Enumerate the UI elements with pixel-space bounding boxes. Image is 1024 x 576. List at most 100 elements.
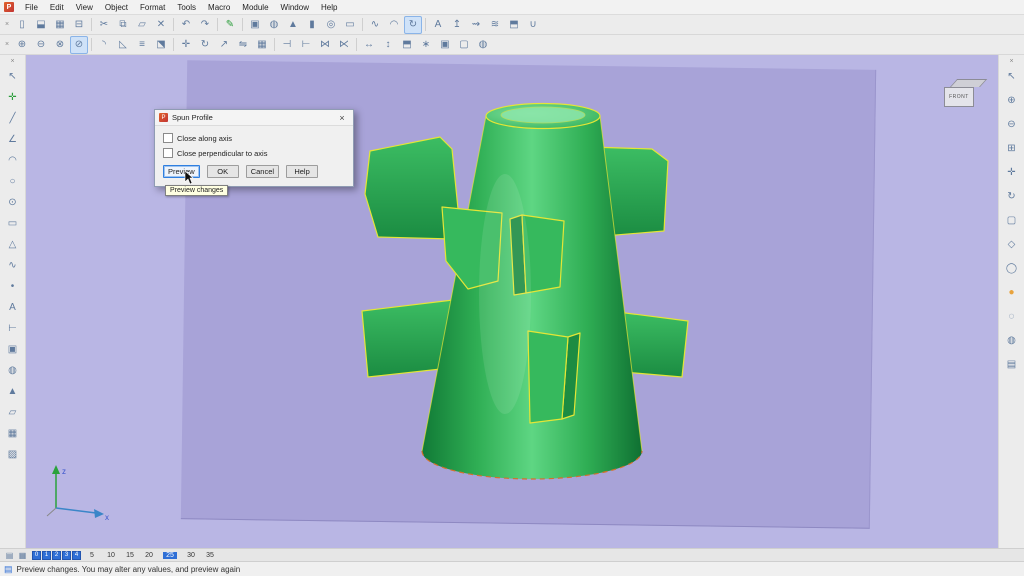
extend-icon[interactable]: ⊢ [297, 36, 315, 54]
mirror-icon[interactable]: ⇋ [234, 36, 252, 54]
solid-box-icon[interactable]: ▣ [246, 16, 264, 34]
layer-cell[interactable]: 3 [62, 551, 71, 560]
rectangle-tool-icon[interactable]: ▭ [4, 215, 22, 233]
menu-view[interactable]: View [70, 0, 99, 15]
text-tool-icon[interactable]: A [429, 16, 447, 34]
menu-module[interactable]: Module [236, 0, 274, 15]
line-tool-icon[interactable]: ╱ [4, 110, 22, 128]
rotate-icon[interactable]: ↻ [196, 36, 214, 54]
polyline-tool-icon[interactable]: ∠ [4, 131, 22, 149]
boolean-subtract-icon[interactable]: ⊖ [32, 36, 50, 54]
menu-window[interactable]: Window [275, 0, 315, 15]
ungroup-icon[interactable]: ▢ [455, 36, 473, 54]
layer-cell[interactable]: 4 [72, 551, 81, 560]
box-tool-icon[interactable]: ▣ [4, 341, 22, 359]
polygon-tool-icon[interactable]: △ [4, 236, 22, 254]
dock-close-icon[interactable]: × [8, 58, 18, 65]
join-icon[interactable]: ⋈ [316, 36, 334, 54]
view-cube[interactable]: FRONT [944, 79, 980, 107]
chamfer-icon[interactable]: ◺ [114, 36, 132, 54]
solid-cylinder-icon[interactable]: ▮ [303, 16, 321, 34]
globe-icon[interactable]: ◍ [1003, 332, 1021, 350]
zoom-in-icon[interactable]: ⊕ [1003, 92, 1021, 110]
thicken-icon[interactable]: ⬔ [152, 36, 170, 54]
spline-tool-icon[interactable]: ∿ [4, 257, 22, 275]
surface-tool-icon[interactable]: ▱ [4, 404, 22, 422]
dock-close-icon[interactable]: × [2, 41, 12, 48]
display-settings-icon[interactable]: ▤ [1003, 356, 1021, 374]
shell-icon[interactable]: ⬒ [505, 16, 523, 34]
wireframe-icon[interactable]: ◌ [1003, 308, 1021, 326]
move-icon[interactable]: ✛ [177, 36, 195, 54]
grid-toggle-icon[interactable]: ▦ [17, 550, 28, 560]
menu-object[interactable]: Object [99, 0, 134, 15]
profile-curve-icon[interactable]: ∿ [366, 16, 384, 34]
zoom-out-icon[interactable]: ⊖ [1003, 116, 1021, 134]
boolean-split-icon[interactable]: ⊘ [70, 36, 88, 54]
redo-icon[interactable]: ↷ [196, 16, 214, 34]
solid-cone-icon[interactable]: ▲ [284, 16, 302, 34]
layer-cell[interactable]: 2 [52, 551, 61, 560]
save-icon[interactable]: ▦ [51, 16, 69, 34]
boolean-union-icon[interactable]: ⊕ [13, 36, 31, 54]
open-file-icon[interactable]: ⬓ [32, 16, 50, 34]
dimension-tool-icon[interactable]: ⊢ [4, 320, 22, 338]
pan-icon[interactable]: ✛ [1003, 164, 1021, 182]
menu-file[interactable]: File [19, 0, 44, 15]
solid-sphere-icon[interactable]: ◍ [265, 16, 283, 34]
measure-icon[interactable]: ↔ [360, 36, 378, 54]
view-iso-icon[interactable]: ◇ [1003, 236, 1021, 254]
sweep-icon[interactable]: ⇝ [467, 16, 485, 34]
dock-close-icon[interactable]: × [1007, 58, 1017, 65]
render-icon[interactable]: ◍ [474, 36, 492, 54]
viewport-canvas[interactable]: FRONT z x P Spun Profile × Close along a… [26, 55, 998, 548]
point-tool-icon[interactable]: • [4, 278, 22, 296]
cut-icon[interactable]: ✂ [95, 16, 113, 34]
dimension-icon[interactable]: ↕ [379, 36, 397, 54]
cone-tool-icon[interactable]: ▲ [4, 383, 22, 401]
menu-tools[interactable]: Tools [171, 0, 202, 15]
group-icon[interactable]: ▣ [436, 36, 454, 54]
ok-button[interactable]: OK [207, 165, 239, 178]
sphere-tool-icon[interactable]: ◍ [4, 362, 22, 380]
orbit-view-icon[interactable]: ↻ [1003, 188, 1021, 206]
array-icon[interactable]: ▦ [253, 36, 271, 54]
menu-edit[interactable]: Edit [44, 0, 70, 15]
dock-close-icon[interactable]: × [2, 21, 12, 28]
new-file-icon[interactable]: ▯ [13, 16, 31, 34]
model-3d[interactable] [355, 84, 711, 504]
explode-icon[interactable]: ∗ [417, 36, 435, 54]
layer-tick[interactable]: 5 [87, 552, 97, 559]
orbit-tool-icon[interactable]: ✛ [4, 89, 22, 107]
layer-tick[interactable]: 25 [163, 552, 177, 559]
break-icon[interactable]: ⋉ [335, 36, 353, 54]
layer-cell[interactable]: 1 [42, 551, 51, 560]
fillet-icon[interactable]: ◝ [95, 36, 113, 54]
layer-tick[interactable]: 30 [186, 552, 196, 559]
view-cube-front-face[interactable]: FRONT [944, 87, 974, 107]
shaded-view-icon[interactable]: ● [1003, 284, 1021, 302]
extrude-icon[interactable]: ↥ [448, 16, 466, 34]
copy-icon[interactable]: ⧉ [114, 16, 132, 34]
pointer-icon[interactable]: ↖ [1003, 68, 1021, 86]
menu-help[interactable]: Help [315, 0, 343, 15]
layer-tick[interactable]: 10 [106, 552, 116, 559]
boolean-intersect-icon[interactable]: ⊗ [51, 36, 69, 54]
scale-icon[interactable]: ↗ [215, 36, 233, 54]
dialog-titlebar[interactable]: P Spun Profile × [155, 110, 353, 126]
close-icon[interactable]: × [335, 111, 349, 125]
solid-slab-icon[interactable]: ▭ [341, 16, 359, 34]
loft-icon[interactable]: ≋ [486, 16, 504, 34]
select-arrow-icon[interactable]: ↖ [4, 68, 22, 86]
delete-icon[interactable]: ✕ [152, 16, 170, 34]
print-icon[interactable]: ⊟ [70, 16, 88, 34]
text-tool-icon[interactable]: A [4, 299, 22, 317]
layer-tick[interactable]: 15 [125, 552, 135, 559]
undo-icon[interactable]: ↶ [177, 16, 195, 34]
union-icon[interactable]: ∪ [524, 16, 542, 34]
layers-icon[interactable]: ▤ [4, 550, 15, 560]
close-perpendicular-checkbox[interactable] [163, 148, 173, 158]
hatch-tool-icon[interactable]: ▨ [4, 446, 22, 464]
ellipse-tool-icon[interactable]: ⊙ [4, 194, 22, 212]
zoom-window-icon[interactable]: ⊞ [1003, 140, 1021, 158]
